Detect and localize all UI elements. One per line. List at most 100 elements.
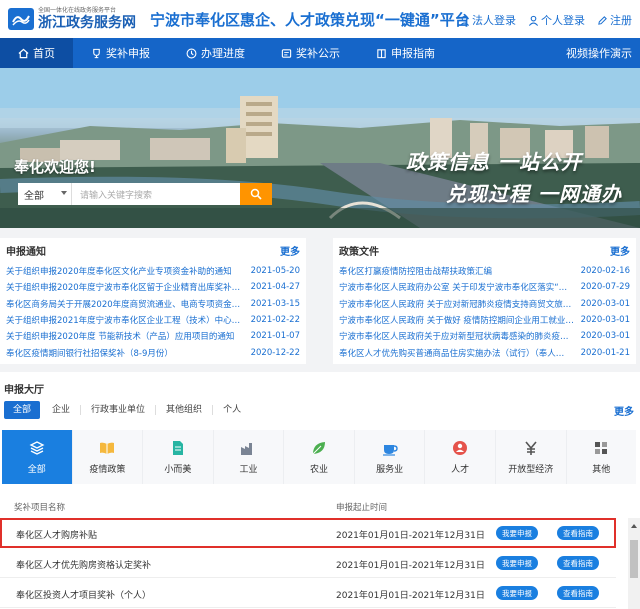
policy-date: 2020-02-16	[580, 266, 630, 277]
hero-banner: 奉化欢迎您! 全部 请输入关键字搜索 政策信息 一站公开 兑现过程 一网通办	[0, 68, 640, 228]
search-input[interactable]: 请输入关键字搜索	[72, 183, 240, 205]
list-item[interactable]: 宁波市奉化区人民政府关于应对新型冠状病毒感染的肺炎疫情… 2020-03-01	[339, 328, 630, 344]
category-small-beauty[interactable]: 小而美	[143, 430, 214, 484]
category-label: 全部	[27, 464, 46, 475]
filter-individual[interactable]: 个人	[213, 405, 251, 415]
category-agriculture[interactable]: 农业	[284, 430, 355, 484]
notice-date: 2021-05-20	[250, 266, 300, 277]
nav-guide[interactable]: 申报指南	[358, 38, 453, 68]
category-all[interactable]: 全部	[2, 430, 73, 484]
list-item[interactable]: 奉化区疫情期间银行社招保奖补（8-9月份） 2020-12-22	[6, 344, 300, 360]
project-period: 2021年01月01日-2021年12月31日	[336, 591, 485, 601]
document-icon	[172, 440, 183, 455]
leaf-icon	[312, 441, 326, 454]
table-row[interactable]: 奉化区投资人才项目奖补（个人） 2021年01月01日-2021年12月31日 …	[0, 578, 616, 608]
project-name: 奉化区人才优先购房资格认定奖补	[16, 561, 152, 571]
filter-all[interactable]: 全部	[4, 401, 41, 419]
logo-text[interactable]: 全国一体化在线政务服务平台 浙江政务服务网	[38, 8, 136, 31]
policy-date: 2020-03-01	[580, 331, 630, 342]
apply-button[interactable]: 我要申报	[496, 556, 538, 570]
corp-login-link[interactable]: 法人登录	[459, 12, 516, 28]
nav-progress[interactable]: 办理进度	[168, 38, 263, 68]
list-scrollbar[interactable]	[628, 518, 640, 609]
filter-institution[interactable]: 行政事业单位	[81, 405, 157, 415]
category-epidemic[interactable]: 疫情政策	[73, 430, 144, 484]
category-industry[interactable]: 工业	[214, 430, 285, 484]
apply-button[interactable]: 我要申报	[496, 526, 538, 540]
notice-date: 2020-12-22	[250, 347, 300, 358]
view-guide-button[interactable]: 查看指南	[557, 526, 599, 540]
policy-date: 2020-01-21	[580, 347, 630, 358]
notices-title: 申报通知	[6, 246, 46, 258]
nav-home[interactable]: 首页	[0, 38, 73, 68]
view-guide-button[interactable]: 查看指南	[557, 586, 599, 600]
person-icon	[453, 440, 468, 455]
list-item[interactable]: 奉化区打赢疫情防控阻击战帮扶政策汇编 2020-02-16	[339, 263, 630, 279]
header-links: 法人登录 个人登录 注册	[459, 12, 632, 28]
applicant-filter: 全部 企业 行政事业单位 其他组织 个人	[4, 401, 251, 419]
logo-title: 浙江政务服务网	[38, 15, 136, 31]
scroll-thumb[interactable]	[630, 540, 638, 578]
nav-award-apply[interactable]: 奖补申报	[73, 38, 168, 68]
search-scope-select[interactable]: 全部	[18, 183, 72, 205]
hall-more-link[interactable]: 更多	[614, 403, 634, 418]
nav-award-notice[interactable]: 奖补公示	[263, 38, 358, 68]
policy-date: 2020-07-29	[580, 282, 630, 293]
hall-title: 申报大厅	[4, 385, 44, 396]
coffee-icon	[382, 444, 398, 456]
policy-title: 宁波市奉化区人民政府关于应对新型冠状病毒感染的肺炎疫情…	[339, 332, 578, 343]
category-label: 小而美	[164, 464, 192, 475]
table-row[interactable]: 奉化区人才购房补贴 2021年01月01日-2021年12月31日 我要申报 查…	[0, 518, 616, 548]
policies-list: 奉化区打赢疫情防控阻击战帮扶政策汇编 2020-02-16 宁波市奉化区人民政府办…	[339, 263, 630, 361]
apply-button[interactable]: 我要申报	[496, 586, 538, 600]
list-item[interactable]: 奉化区商务局关于开展2020年度商贸流通业、电商专项资金… 2021-03-15	[6, 296, 300, 312]
personal-login-link[interactable]: 个人登录	[528, 12, 585, 28]
page: 全国一体化在线政务服务平台 浙江政务服务网 宁波市奉化区惠企、人才政策兑现“一键…	[0, 0, 640, 609]
category-label: 工业	[239, 464, 258, 475]
video-demo-link[interactable]: 视频操作演示	[566, 38, 632, 68]
nav-award-apply-label: 奖补申报	[106, 47, 150, 60]
category-label: 疫情政策	[89, 464, 126, 475]
policy-title: 宁波市奉化区人民政府 关于应对新冠肺炎疫情支持商贸文旅…	[339, 299, 572, 310]
list-item[interactable]: 关于组织申报2020年度宁波市奉化区留于企业精育出库奖补… 2021-04-27	[6, 279, 300, 295]
view-guide-button[interactable]: 查看指南	[557, 556, 599, 570]
policies-title: 政策文件	[339, 246, 379, 258]
policies-more-link[interactable]: 更多	[610, 243, 630, 258]
category-open-economy[interactable]: 开放型经济	[496, 430, 567, 484]
category-service[interactable]: 服务业	[355, 430, 426, 484]
welcome-text: 奉化欢迎您!	[14, 158, 96, 176]
edit-icon	[598, 15, 607, 25]
list-item[interactable]: 宁波市奉化区人民政府 关于应对新冠肺炎疫情支持商贸文旅… 2020-03-01	[339, 296, 630, 312]
category-other[interactable]: 其他	[567, 430, 637, 484]
layers-icon	[29, 440, 45, 455]
list-item[interactable]: 关于组织申报2020年度奉化区文化产业专项资金补助的通知 2021-05-20	[6, 263, 300, 279]
nav-home-label: 首页	[33, 47, 55, 60]
list-item[interactable]: 关于组织申报2020年度 节能新技术（产品）应用项目的通知 2021-01-07	[6, 328, 300, 344]
notices-more-link[interactable]: 更多	[280, 243, 300, 258]
project-period: 2021年01月01日-2021年12月31日	[336, 531, 485, 541]
nav-award-notice-label: 奖补公示	[296, 47, 340, 60]
info-panels: 申报通知 更多 关于组织申报2020年度奉化区文化产业专项资金补助的通知 2021…	[0, 238, 640, 364]
search-button[interactable]	[240, 183, 272, 205]
list-item[interactable]: 奉化区人才优先购买普通商品住房实施办法（试行）（奉人… 2020-01-21	[339, 344, 630, 360]
table-row[interactable]: 奉化区人才优先购房资格认定奖补 2021年01月01日-2021年12月31日 …	[0, 548, 616, 578]
category-label: 农业	[310, 464, 329, 475]
list-item[interactable]: 宁波市奉化区人民政府办公室 关于印发宁波市奉化区落实“… 2020-07-29	[339, 279, 630, 295]
filter-enterprise[interactable]: 企业	[42, 405, 82, 415]
scroll-up-icon[interactable]	[631, 524, 637, 528]
list-item[interactable]: 宁波市奉化区人民政府 关于做好 疫情防控期间企业用工就业… 2020-03-01	[339, 312, 630, 328]
book-open-icon	[100, 442, 115, 454]
filter-other-org[interactable]: 其他组织	[156, 405, 214, 415]
list-item[interactable]: 关于组织申报2021年度宁波市奉化区企业工程（技术）中心… 2021-02-22	[6, 312, 300, 328]
grid-icon	[595, 441, 608, 454]
search-icon	[250, 188, 262, 200]
category-talent[interactable]: 人才	[425, 430, 496, 484]
notice-date: 2021-01-07	[250, 331, 300, 342]
notice-title: 关于组织申报2020年度 节能新技术（产品）应用项目的通知	[6, 332, 235, 343]
project-list: 奉化区人才购房补贴 2021年01月01日-2021年12月31日 我要申报 查…	[0, 518, 616, 608]
policy-title: 宁波市奉化区人民政府办公室 关于印发宁波市奉化区落实“…	[339, 283, 568, 294]
factory-icon	[241, 442, 253, 455]
notices-panel: 申报通知 更多 关于组织申报2020年度奉化区文化产业专项资金补助的通知 2021…	[0, 238, 306, 364]
register-link[interactable]: 注册	[597, 12, 632, 28]
logo-icon[interactable]	[8, 8, 34, 30]
